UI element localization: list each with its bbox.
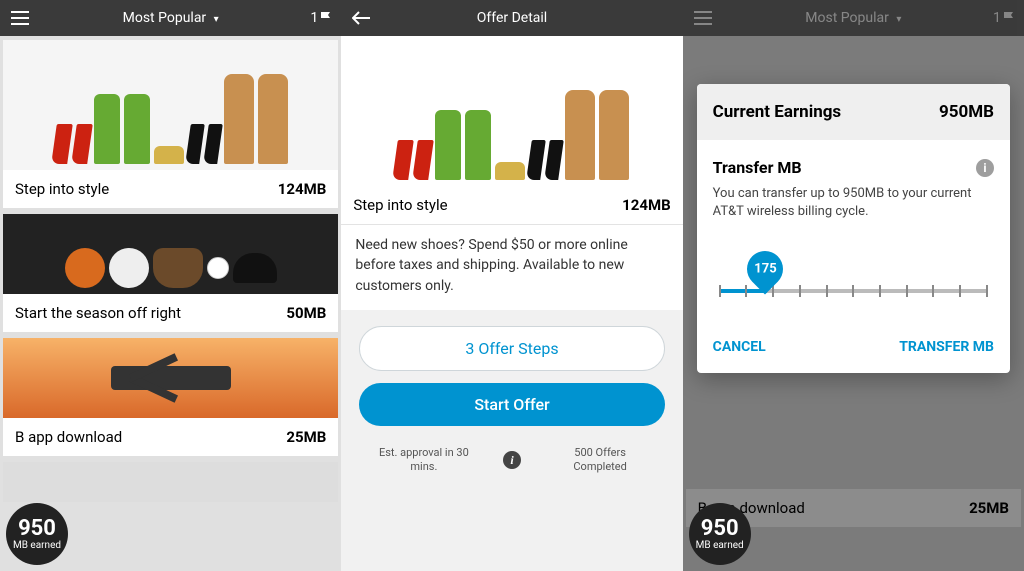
start-offer-button[interactable]: Start Offer — [359, 383, 664, 426]
offer-description: Need new shoes? Spend $50 or more online… — [341, 224, 682, 310]
flag-count: 1 — [310, 10, 318, 26]
offer-card[interactable] — [3, 462, 338, 502]
offer-list: Step into style 124MB Start the season o… — [0, 36, 341, 571]
info-icon[interactable]: i — [976, 159, 994, 177]
mb-earned-number: 950 — [701, 518, 739, 540]
transfer-title: Transfer MB — [713, 158, 802, 177]
start-offer-label: Start Offer — [474, 395, 549, 414]
transfer-dialog: Current Earnings 950MB Transfer MB i You… — [697, 84, 1010, 373]
offer-card[interactable]: Start the season off right 50MB — [3, 214, 338, 332]
hamburger-icon[interactable] — [8, 11, 32, 25]
mb-earned-label: MB earned — [13, 540, 61, 551]
cancel-button[interactable]: CANCEL — [713, 339, 766, 355]
mb-earned-badge: 950 MB earned — [689, 503, 751, 565]
detail-actions: 3 Offer Steps Start Offer Est. approval … — [341, 310, 682, 571]
offer-value: 50MB — [286, 304, 326, 322]
transfer-description: You can transfer up to 950MB to your cur… — [713, 185, 994, 221]
chevron-down-icon: ▾ — [214, 14, 219, 25]
offer-image — [3, 40, 338, 170]
offer-card[interactable]: Step into style 124MB — [3, 40, 338, 208]
earnings-label: Current Earnings — [713, 102, 842, 122]
offers-completed: 500 Offers Completed — [550, 446, 650, 475]
slider-value: 175 — [754, 262, 776, 277]
info-icon[interactable]: i — [503, 451, 521, 469]
filter-dropdown[interactable]: Most Popular ▾ — [32, 10, 309, 26]
page-title: Offer Detail — [373, 10, 650, 26]
transfer-slider[interactable]: 175 — [719, 249, 988, 307]
mb-earned-number: 950 — [18, 518, 56, 540]
screen-transfer-dialog: Most Popular ▾ 1 B app download 25MB 950… — [683, 0, 1024, 571]
transfer-mb-button[interactable]: TRANSFER MB — [899, 339, 994, 355]
mb-earned-label: MB earned — [696, 540, 744, 551]
dialog-header: Current Earnings 950MB — [697, 84, 1010, 140]
slider-thumb[interactable]: 175 — [747, 251, 787, 291]
topbar: Offer Detail — [341, 0, 682, 36]
screen-offer-list: Most Popular ▾ 1 Step into style 124MB — [0, 0, 341, 571]
offer-title: B app download — [15, 428, 122, 446]
offer-title: Step into style — [15, 180, 109, 198]
offer-steps-button[interactable]: 3 Offer Steps — [359, 326, 664, 371]
offer-value: 124MB — [622, 196, 671, 214]
back-icon[interactable] — [349, 11, 373, 25]
approval-time: Est. approval in 30 mins. — [374, 446, 474, 475]
offer-title: Start the season off right — [15, 304, 181, 322]
flag-button[interactable]: 1 — [309, 10, 333, 26]
earnings-value: 950MB — [939, 102, 994, 122]
offer-meta: Est. approval in 30 mins. i 500 Offers C… — [359, 446, 664, 475]
filter-label: Most Popular — [123, 10, 207, 26]
offer-image — [3, 462, 338, 502]
offer-header-row: Step into style 124MB — [341, 186, 682, 224]
offer-image — [3, 214, 338, 294]
offer-steps-label: 3 Offer Steps — [465, 339, 558, 358]
offer-image — [341, 36, 682, 186]
detail-body: Step into style 124MB Need new shoes? Sp… — [341, 36, 682, 571]
offer-image — [3, 338, 338, 418]
offer-value: 25MB — [286, 428, 326, 446]
screen-offer-detail: Offer Detail Step into style 124MB Need … — [341, 0, 682, 571]
offer-card[interactable]: B app download 25MB — [3, 338, 338, 456]
offer-value: 124MB — [278, 180, 327, 198]
topbar: Most Popular ▾ 1 — [0, 0, 341, 36]
offer-title: Step into style — [353, 196, 447, 214]
mb-earned-badge[interactable]: 950 MB earned — [6, 503, 68, 565]
